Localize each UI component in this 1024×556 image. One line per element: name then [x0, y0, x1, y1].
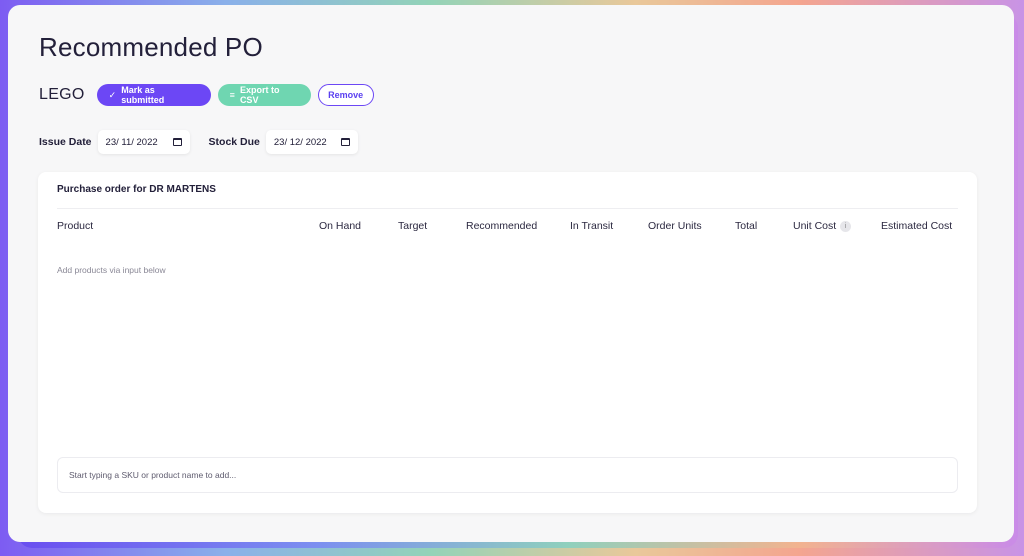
- brand-name: LEGO: [39, 86, 85, 103]
- remove-button[interactable]: Remove: [317, 84, 374, 106]
- column-header-target[interactable]: Target: [398, 220, 427, 232]
- purchase-order-card: Purchase order for DR MARTENS Product On…: [38, 172, 977, 513]
- date-row: Issue Date 23/ 11/ 2022 Stock Due 23/ 12…: [39, 130, 377, 154]
- remove-label: Remove: [328, 90, 364, 100]
- export-csv-label: Export to CSV: [239, 85, 280, 105]
- issue-date-label: Issue Date: [39, 136, 92, 148]
- column-header-unit-cost[interactable]: Unit Cost i: [793, 220, 852, 232]
- stock-due-label: Stock Due: [208, 136, 260, 148]
- column-header-total[interactable]: Total: [735, 220, 757, 232]
- mark-submitted-label: Mark as submitted: [121, 85, 165, 105]
- column-header-order-units[interactable]: Order Units: [648, 220, 702, 232]
- column-header-in-transit[interactable]: In Transit: [570, 220, 613, 232]
- empty-state-text: Add products via input below: [57, 265, 166, 275]
- card-title: Purchase order for DR MARTENS: [57, 184, 216, 195]
- calendar-icon[interactable]: [172, 138, 182, 146]
- column-header-recommended[interactable]: Recommended: [466, 220, 537, 232]
- mark-submitted-button[interactable]: ✓ Mark as submitted: [96, 84, 211, 106]
- calendar-icon[interactable]: [340, 138, 350, 146]
- export-csv-button[interactable]: ≡ Export to CSV: [217, 84, 311, 106]
- info-icon[interactable]: i: [840, 220, 852, 232]
- stock-due-value: 23/ 12/ 2022: [273, 136, 327, 148]
- page-title: Recommended PO: [39, 32, 263, 62]
- column-header-on-hand[interactable]: On Hand: [319, 220, 361, 232]
- brand-toolbar: LEGO ✓ Mark as submitted ≡ Export to CSV…: [39, 84, 381, 106]
- add-product-input[interactable]: [57, 457, 958, 493]
- column-header-estimated-cost[interactable]: Estimated Cost: [881, 220, 952, 232]
- unit-cost-label: Unit Cost: [793, 220, 837, 232]
- issue-date-input[interactable]: 23/ 11/ 2022: [97, 130, 190, 154]
- divider: [57, 208, 958, 209]
- check-icon: ✓: [108, 89, 117, 100]
- issue-date-value: 23/ 11/ 2022: [105, 136, 158, 148]
- column-header-product[interactable]: Product: [57, 220, 93, 232]
- stock-due-input[interactable]: 23/ 12/ 2022: [265, 130, 358, 154]
- list-icon: ≡: [229, 90, 235, 100]
- app-window: Recommended PO LEGO ✓ Mark as submitted …: [8, 5, 1014, 542]
